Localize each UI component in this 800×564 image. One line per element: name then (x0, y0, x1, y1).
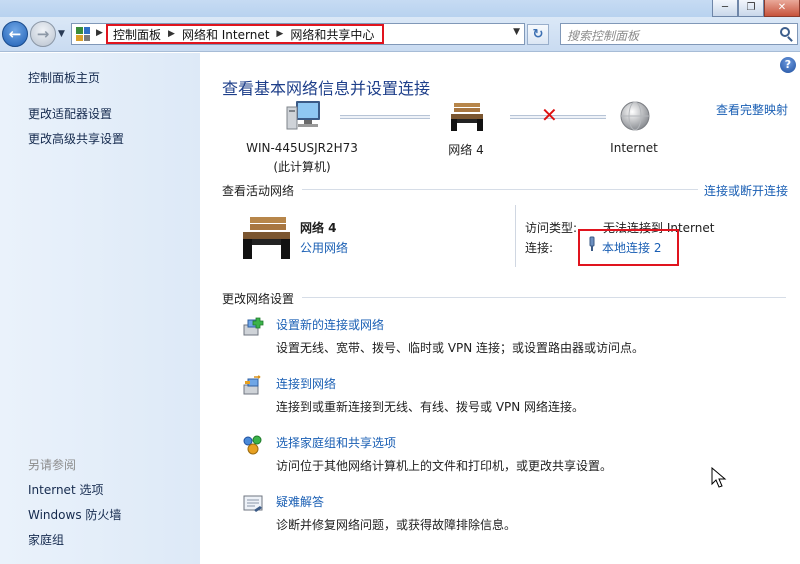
connection-line-computer-network (340, 115, 430, 119)
see-also-heading: 另请参阅 (28, 458, 77, 472)
sidebar-item-control-panel-home[interactable]: 控制面板主页 (28, 69, 100, 86)
page-title: 查看基本网络信息并设置连接 (222, 79, 431, 98)
connect-to-network-icon (243, 375, 261, 395)
forward-button[interactable]: → (30, 21, 56, 47)
internet-map-label: Internet (610, 141, 658, 155)
recent-pages-dropdown[interactable]: ▼ (58, 29, 65, 39)
minimize-button[interactable]: ─ (712, 0, 738, 17)
breadcrumb-root-arrow[interactable]: ▶ (96, 28, 103, 38)
help-icon[interactable]: ? (780, 57, 796, 73)
address-dropdown-icon[interactable]: ▼ (513, 27, 520, 37)
back-button[interactable]: ← (2, 21, 28, 47)
setup-new-connection-desc: 设置无线、宽带、拨号、临时或 VPN 连接；或设置路由器或访问点。 (276, 341, 645, 355)
change-network-settings-heading: 更改网络设置 (222, 292, 295, 306)
maximize-button[interactable]: ❐ (738, 0, 764, 17)
connection-line-network-internet (510, 115, 606, 119)
search-input[interactable]: 搜索控制面板 (560, 23, 798, 45)
breadcrumb-network-internet[interactable]: 网络和 Internet (182, 26, 269, 43)
sidebar-item-advanced-sharing-settings[interactable]: 更改高级共享设置 (28, 130, 124, 147)
homegroup-sharing-link[interactable]: 选择家庭组和共享选项 (276, 434, 396, 451)
connect-disconnect-link[interactable]: 连接或断开连接 (704, 182, 788, 199)
setup-new-connection-link[interactable]: 设置新的连接或网络 (276, 316, 384, 333)
breadcrumb-separator-icon[interactable]: ▶ (168, 29, 175, 39)
computer-icon[interactable] (286, 99, 322, 133)
active-network-name: 网络 4 (300, 221, 337, 235)
left-nav-pane: 控制面板主页 更改适配器设置 更改高级共享设置 另请参阅 Internet 选项… (0, 53, 200, 564)
address-bar[interactable]: ▶ 控制面板 ▶ 网络和 Internet ▶ 网络和共享中心 ▼ (71, 23, 525, 45)
sidebar-item-windows-firewall[interactable]: Windows 防火墙 (28, 506, 121, 523)
breadcrumb-network-sharing-center[interactable]: 网络和共享中心 (290, 26, 374, 43)
search-placeholder: 搜索控制面板 (567, 29, 640, 43)
main-content: ? 查看基本网络信息并设置连接 查看完整映射 ✕ WIN-445USJR2H73… (200, 53, 800, 564)
window-controls: ─ ❐ ✕ (712, 0, 800, 17)
access-type-label: 访问类型: (525, 221, 578, 235)
connect-to-network-desc: 连接到或重新连接到无线、有线、拨号或 VPN 网络连接。 (276, 400, 585, 414)
control-panel-icon (76, 27, 90, 41)
network-map-label: 网络 4 (448, 143, 484, 157)
computer-name: WIN-445USJR2H73 (246, 141, 358, 155)
new-connection-icon (243, 317, 264, 336)
section-divider (302, 189, 698, 190)
active-network-divider (515, 205, 516, 267)
breadcrumb-separator-icon[interactable]: ▶ (276, 29, 283, 39)
highlight-box (578, 229, 679, 266)
breadcrumb-control-panel[interactable]: 控制面板 (113, 26, 161, 43)
close-button[interactable]: ✕ (764, 0, 800, 17)
section-divider (302, 297, 786, 298)
sidebar-item-internet-options[interactable]: Internet 选项 (28, 481, 103, 498)
address-toolbar: ← → ▼ ▶ 控制面板 ▶ 网络和 Internet ▶ 网络和共享中心 ▼ … (0, 17, 800, 52)
homegroup-sharing-desc: 访问位于其他网络计算机上的文件和打印机，或更改共享设置。 (276, 459, 613, 473)
connections-label: 连接: (525, 241, 554, 255)
homegroup-sharing-icon (243, 435, 262, 455)
connect-to-network-link[interactable]: 连接到网络 (276, 375, 336, 392)
troubleshoot-link[interactable]: 疑难解答 (276, 493, 324, 510)
public-network-link[interactable]: 公用网络 (300, 239, 348, 256)
troubleshoot-icon (243, 495, 263, 512)
active-network-bench-icon (243, 217, 290, 259)
internet-globe-icon[interactable] (618, 99, 652, 133)
active-networks-heading: 查看活动网络 (222, 184, 295, 198)
sidebar-item-change-adapter-settings[interactable]: 更改适配器设置 (28, 105, 112, 122)
disconnected-x-icon: ✕ (541, 103, 558, 127)
troubleshoot-desc: 诊断并修复网络问题，或获得故障排除信息。 (276, 518, 517, 532)
breadcrumb: 控制面板 ▶ 网络和 Internet ▶ 网络和共享中心 (106, 24, 385, 44)
refresh-button[interactable]: ↻ (527, 24, 549, 45)
sidebar-item-homegroup[interactable]: 家庭组 (28, 531, 64, 548)
view-full-map-link[interactable]: 查看完整映射 (716, 101, 788, 118)
mouse-cursor-icon (711, 467, 727, 488)
network-bench-icon[interactable] (448, 101, 484, 135)
computer-sublabel: (此计算机) (273, 160, 331, 174)
search-icon[interactable] (780, 27, 790, 37)
window-title-bar: ─ ❐ ✕ (0, 0, 800, 17)
